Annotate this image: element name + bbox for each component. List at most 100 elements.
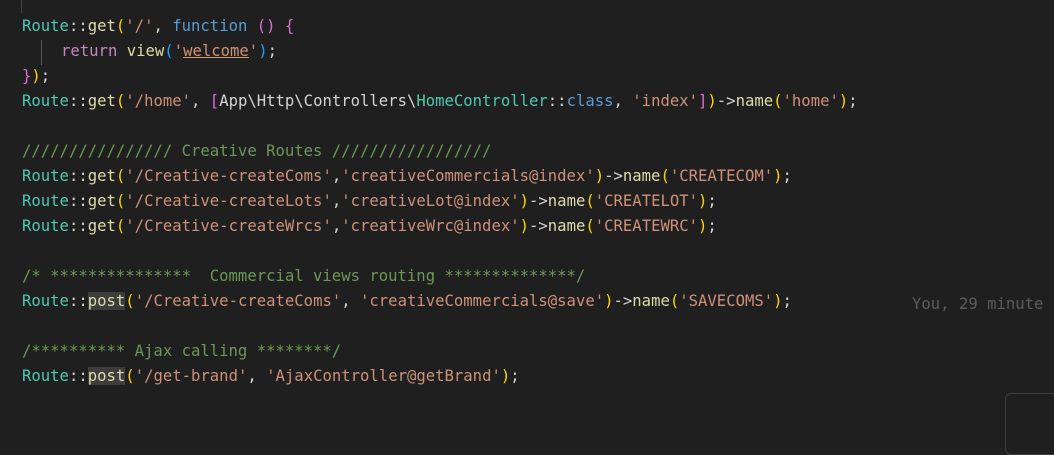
code-token: ->: [716, 92, 736, 110]
code-token: '/Creative-createWrcs': [125, 217, 332, 235]
code-line[interactable]: /* *************** Commercial views rout…: [22, 264, 585, 289]
code-token: 'creativeCommercials@index': [341, 167, 595, 185]
code-token: ::: [68, 217, 88, 235]
code-token: ): [594, 167, 605, 185]
code-token: ): [698, 192, 708, 210]
code-token: ;: [267, 42, 277, 60]
code-token: ': [248, 42, 259, 60]
code-token: ,: [153, 17, 173, 35]
code-token: (: [125, 367, 135, 385]
code-token: ): [773, 292, 783, 310]
code-token: ): [258, 42, 268, 60]
code-token: 'SAVECOMS': [679, 292, 774, 310]
code-token: ;: [510, 367, 520, 385]
code-token: welcome: [183, 42, 249, 60]
code-token: ;: [848, 92, 858, 110]
code-token: //////////////// Creative Routes ///////…: [22, 142, 492, 160]
code-token: (: [164, 42, 174, 60]
code-token: name: [547, 192, 586, 210]
code-line[interactable]: });: [22, 64, 50, 89]
code-token: ): [707, 92, 717, 110]
code-token: (: [125, 292, 135, 310]
code-line[interactable]: Route::get('/Creative-createLots','creat…: [22, 189, 717, 214]
code-token: ): [500, 367, 511, 385]
code-token: ]: [698, 92, 708, 110]
code-token: ::: [68, 192, 88, 210]
code-token: get: [87, 192, 116, 210]
code-token: '/Creative-createComs': [134, 292, 342, 310]
code-token: post: [87, 367, 126, 385]
code-line[interactable]: Route::get ( '/Creative-createWrcs','creat…: [22, 214, 717, 239]
code-token: '/Creative-createLots': [125, 192, 332, 210]
code-token: '/': [125, 17, 154, 35]
code-token: ): [519, 192, 530, 210]
code-line[interactable]: /********** Ajax calling ********/: [22, 339, 341, 364]
code-token: (: [115, 92, 126, 110]
code-token: ::: [68, 167, 88, 185]
code-token: Route: [22, 217, 69, 235]
code-token: ): [698, 217, 708, 235]
code-token: {: [284, 17, 295, 35]
code-token: 'AjaxController@getBrand': [266, 367, 501, 385]
editor-overlay-widget[interactable]: [1005, 393, 1054, 455]
code-token: name: [735, 92, 774, 110]
code-token: view: [126, 42, 165, 60]
code-token: post: [87, 292, 126, 310]
code-token: ->: [613, 292, 633, 310]
code-token: ;: [707, 192, 717, 210]
code-token: ,: [613, 92, 633, 110]
code-token: (: [585, 217, 595, 235]
code-editor[interactable]: Route::get('/', function () {return view…: [0, 0, 1054, 455]
code-token: 'creativeLot@index': [341, 192, 520, 210]
code-line[interactable]: return view('welcome');: [61, 39, 277, 64]
code-token: ): [31, 67, 41, 85]
code-line[interactable]: Route::get('/home', [App\Http\Controller…: [22, 89, 858, 114]
code-token: 'CREATECOM': [669, 167, 774, 185]
code-token: name: [622, 167, 661, 185]
code-token: (: [669, 292, 680, 310]
code-token: ,: [331, 217, 342, 235]
code-token: return: [61, 42, 118, 60]
code-token: ): [838, 92, 849, 110]
code-token: name: [547, 217, 586, 235]
code-line[interactable]: //////////////// Creative Routes ///////…: [22, 139, 491, 164]
code-token: (): [256, 17, 276, 35]
code-token: '/Creative-createComs': [125, 167, 332, 185]
code-token: ': [173, 42, 184, 60]
code-token: get: [87, 217, 116, 235]
code-token: ::: [68, 367, 88, 385]
code-token: function: [172, 17, 248, 35]
code-token: Route: [22, 167, 69, 185]
indent-guide-active: [41, 40, 42, 65]
indent-guide: [21, 0, 22, 13]
code-token: ::: [68, 92, 88, 110]
code-token: 'home': [782, 92, 839, 110]
code-token: get: [87, 167, 116, 185]
code-token: ;: [40, 67, 51, 85]
code-token: ,: [191, 92, 210, 110]
code-token: [: [209, 92, 220, 110]
code-line[interactable]: Route::get('/', function () {: [22, 14, 294, 39]
code-token: Route: [22, 192, 69, 210]
code-token: 'CREATEWRC': [594, 217, 699, 235]
code-line[interactable]: Route::post('/get-brand', 'AjaxControlle…: [22, 364, 520, 389]
code-token: ,: [331, 167, 342, 185]
code-line[interactable]: Route::get ( '/Creative-createComs','creat…: [22, 164, 792, 189]
code-token: ::: [547, 92, 567, 110]
code-token: Route: [22, 367, 69, 385]
code-token: 'index': [632, 92, 699, 110]
code-token: }: [22, 67, 32, 85]
code-token: (: [585, 192, 595, 210]
code-token: ;: [782, 292, 792, 310]
code-token: (: [660, 167, 670, 185]
code-token: class: [566, 92, 614, 110]
code-token: ): [519, 217, 530, 235]
code-token: ::: [68, 292, 88, 310]
code-token: Route: [22, 17, 69, 35]
code-token: 'creativeWrc@index': [341, 217, 520, 235]
code-token: ,: [341, 292, 361, 310]
code-line[interactable]: Route::post('/Creative-createComs', 'cre…: [22, 289, 792, 314]
